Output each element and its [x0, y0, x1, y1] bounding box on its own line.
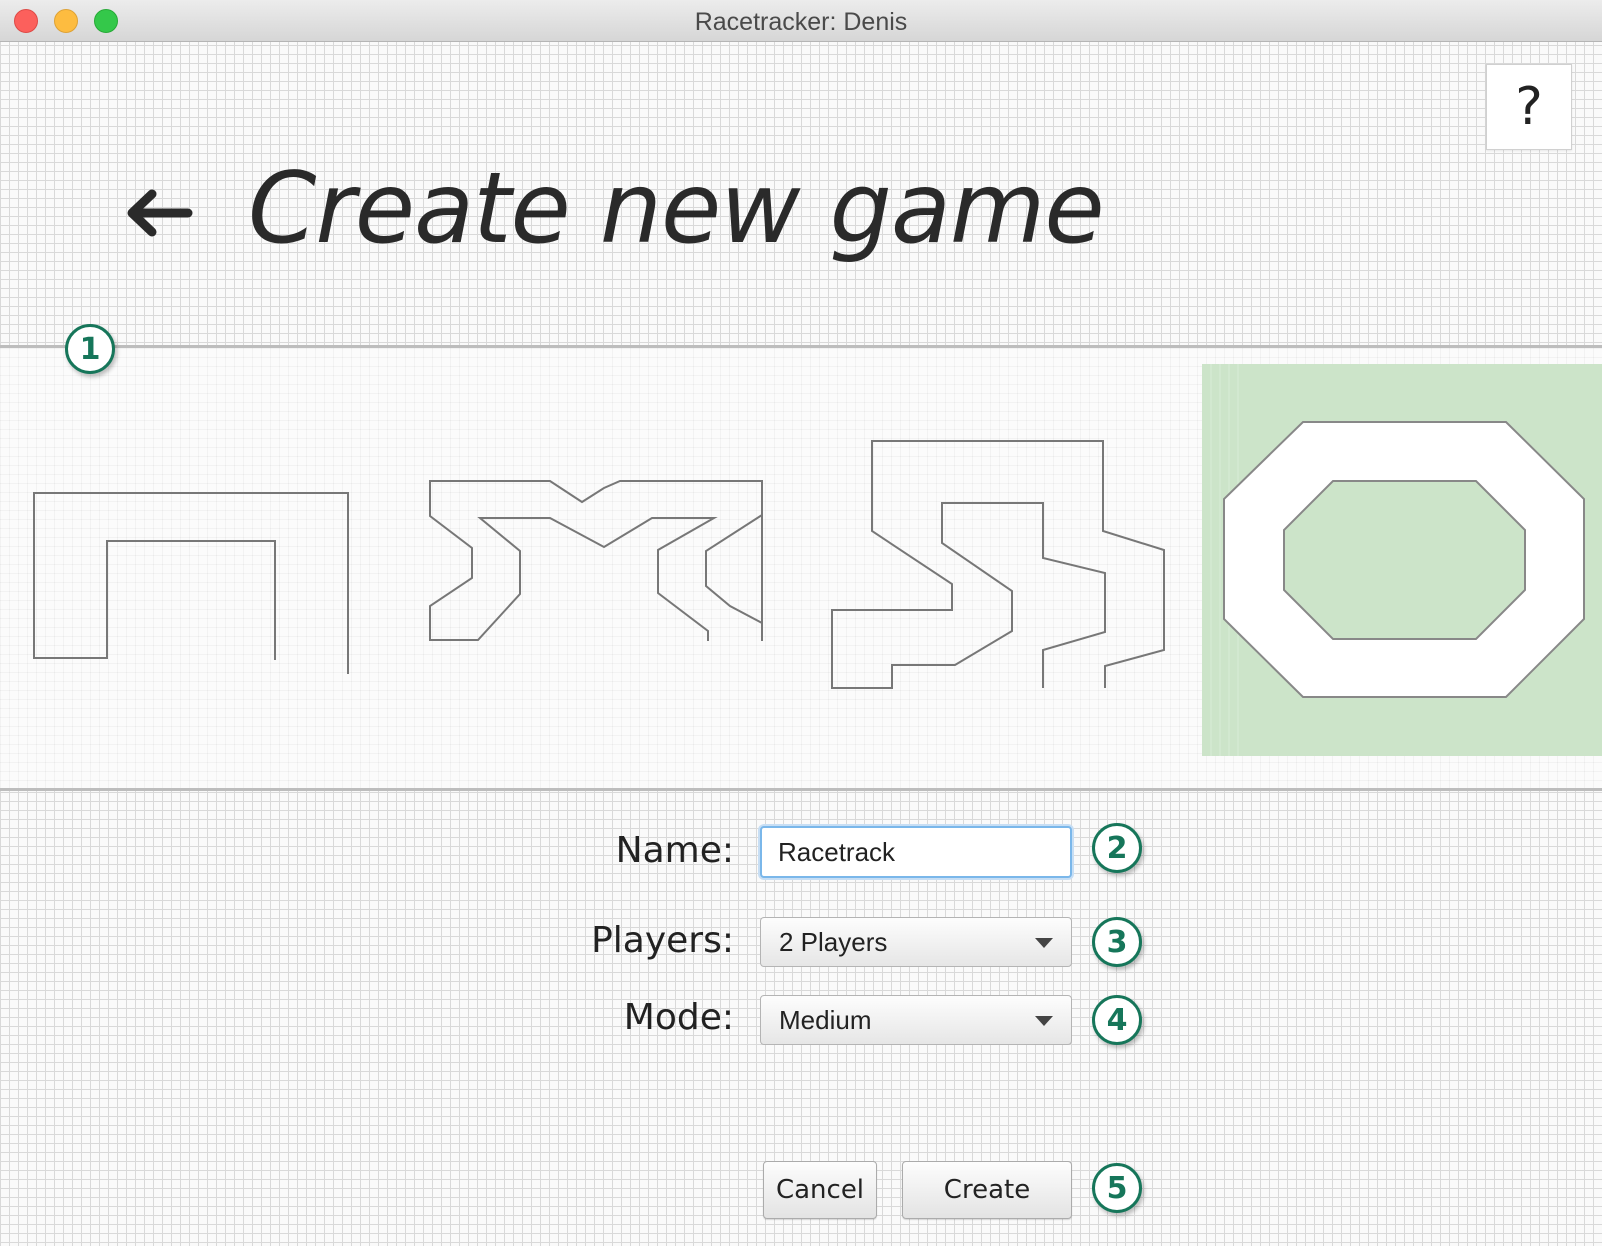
mode-label: Mode: — [623, 997, 734, 1038]
track-option-1[interactable] — [33, 492, 349, 674]
annotation-badge-1: 1 — [65, 324, 115, 374]
track-option-4-selected[interactable] — [1202, 364, 1602, 756]
cancel-button[interactable]: Cancel — [763, 1161, 877, 1219]
track-option-3[interactable] — [831, 440, 1165, 689]
name-label: Name: — [615, 830, 734, 871]
name-input[interactable] — [760, 826, 1072, 878]
players-label: Players: — [591, 920, 734, 961]
chevron-down-icon — [1035, 938, 1053, 948]
track-selector — [0, 345, 1602, 791]
mode-select-value: Medium — [779, 1004, 872, 1035]
players-select-value: 2 Players — [779, 926, 888, 957]
annotation-badge-4: 4 — [1092, 995, 1142, 1045]
app-window: Racetracker: Denis ? Create new game 1 N… — [0, 0, 1602, 1246]
annotation-badge-2: 2 — [1092, 823, 1142, 873]
back-arrow-icon[interactable] — [124, 188, 194, 238]
players-select[interactable]: 2 Players — [760, 917, 1072, 967]
annotation-badge-3: 3 — [1092, 917, 1142, 967]
page-title: Create new game — [248, 152, 1105, 266]
chevron-down-icon — [1035, 1016, 1053, 1026]
create-button[interactable]: Create — [902, 1161, 1072, 1219]
window-title: Racetracker: Denis — [694, 8, 908, 36]
track-option-2[interactable] — [429, 480, 763, 641]
title-bar: Racetracker: Denis — [0, 0, 1602, 42]
help-button[interactable]: ? — [1486, 64, 1572, 150]
annotation-badge-5: 5 — [1092, 1163, 1142, 1213]
mode-select[interactable]: Medium — [760, 995, 1072, 1045]
